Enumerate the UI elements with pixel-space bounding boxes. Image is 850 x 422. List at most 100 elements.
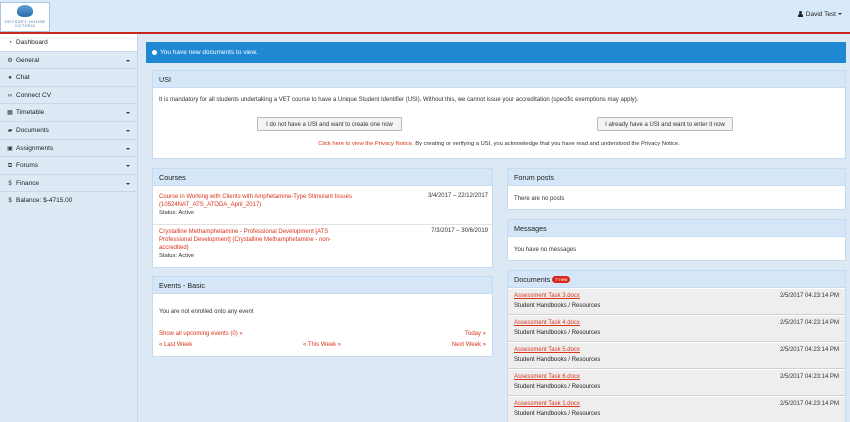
- table-row[interactable]: Assessment Task 3.docx Student Handbooks…: [508, 289, 845, 315]
- sidebar-item-label: Chat: [16, 74, 30, 82]
- panel-title: Documents 7 new: [508, 271, 845, 288]
- privacy-notice: Click here to view the Privacy Notice. B…: [153, 141, 845, 147]
- document-category: Student Handbooks / Resources: [514, 357, 601, 363]
- panel-title: Messages: [508, 220, 845, 237]
- create-usi-button[interactable]: I do not have a USI and want to create o…: [257, 117, 402, 131]
- chat-icon: ●: [8, 75, 12, 82]
- logo-mark: [17, 5, 33, 17]
- document-category: Student Handbooks / Resources: [514, 411, 601, 417]
- chevron-down-icon: [126, 112, 130, 115]
- document-date: 2/5/2017 04:23:14 PM: [779, 320, 839, 326]
- table-row[interactable]: Assessment Task 1.docx Student Handbooks…: [508, 397, 845, 422]
- sidebar-item-documents[interactable]: ▰ Documents: [0, 122, 137, 140]
- panel-title: USI: [153, 71, 845, 88]
- divider: [153, 224, 492, 225]
- course-dates: 3/4/2017 – 22/12/2017: [427, 193, 488, 199]
- sidebar-item-label: Dashboard: [16, 39, 48, 46]
- sidebar-item-label: Documents: [16, 126, 49, 134]
- forum-icon: ⧉: [7, 163, 13, 170]
- this-week-link[interactable]: « This Week »: [303, 342, 341, 348]
- document-category: Student Handbooks / Resources: [514, 330, 601, 336]
- document-date: 2/5/2017 04:23:14 PM: [779, 374, 839, 380]
- today-link[interactable]: Today »: [465, 331, 486, 337]
- user-icon: [797, 11, 803, 17]
- sidebar-item-finance[interactable]: $ Finance: [0, 175, 137, 193]
- privacy-notice-link[interactable]: Click here to view the Privacy Notice.: [318, 141, 413, 147]
- course-status: Status: Active: [159, 210, 195, 216]
- info-icon: [152, 49, 157, 55]
- balance-text: Balance: $-4715.00: [16, 197, 73, 205]
- gear-icon: ⚙: [7, 57, 13, 64]
- sidebar-item-label: Finance: [16, 179, 40, 187]
- events-empty-text: You are not enrolled onto any event: [159, 309, 254, 315]
- chevron-down-icon: [838, 13, 842, 15]
- courses-panel: Courses Course in Working with Clients w…: [152, 168, 493, 268]
- chevron-down-icon: [126, 165, 130, 168]
- panel-title: Events - Basic: [153, 277, 492, 294]
- sidebar-item-assignments[interactable]: ▣ Assignments: [0, 140, 137, 158]
- dollar-icon: $: [8, 180, 12, 187]
- sidebar-item-forums[interactable]: ⧉ Forums: [0, 157, 137, 175]
- sidebar-item-timetable[interactable]: ▦ Timetable: [0, 104, 137, 122]
- panel-title: Courses: [153, 169, 492, 186]
- folder-icon: ▰: [7, 127, 13, 134]
- forum-empty-text: There are no posts: [514, 196, 565, 202]
- document-link[interactable]: Assessment Task 5.docx: [514, 347, 580, 353]
- sidebar-item-label: Assignments: [16, 144, 54, 152]
- new-documents-alert: You have new documents to view.: [146, 42, 846, 63]
- chevron-down-icon: [126, 182, 130, 185]
- sidebar-item-dashboard[interactable]: ◔ Dashboard: [0, 34, 137, 52]
- table-row[interactable]: Assessment Task 6.docx Student Handbooks…: [508, 370, 845, 396]
- calendar-icon: ▦: [7, 110, 13, 117]
- list-item: Course in Working with Clients with Amph…: [159, 193, 488, 216]
- course-dates: 7/3/2017 – 30/6/2019: [431, 228, 488, 234]
- sidebar-item-label: Connect CV: [16, 91, 52, 99]
- user-menu[interactable]: David Test: [797, 11, 842, 18]
- documents-panel: Documents 7 new Assessment Task 3.docx St…: [507, 270, 846, 422]
- sidebar-item-general[interactable]: ⚙ General: [0, 52, 137, 70]
- sidebar-item-label: Forums: [16, 162, 39, 170]
- forum-posts-panel: Forum posts There are no posts: [507, 168, 846, 210]
- chevron-down-icon: [126, 129, 130, 132]
- table-row[interactable]: Assessment Task 5.docx Student Handbooks…: [508, 343, 845, 369]
- briefcase-icon: ▣: [7, 145, 13, 152]
- last-week-link[interactable]: « Last Week: [159, 342, 192, 348]
- document-category: Student Handbooks / Resources: [514, 303, 601, 309]
- top-bar: ODYSSEY HOUSE VICTORIA David Test: [0, 0, 850, 34]
- documents-title: Documents: [514, 275, 551, 284]
- sidebar: ◔ Dashboard ⚙ General ● Chat ∞ Connect CV ▦ T…: [0, 34, 138, 422]
- document-date: 2/5/2017 04:23:14 PM: [779, 401, 839, 407]
- privacy-notice-text: By creating or verifying a USI, you ackn…: [413, 141, 680, 147]
- document-date: 2/5/2017 04:23:14 PM: [779, 347, 839, 353]
- document-date: 2/5/2017 04:23:14 PM: [779, 293, 839, 299]
- sidebar-item-label: Timetable: [16, 109, 45, 117]
- chevron-down-icon: [126, 59, 130, 62]
- sidebar-item-chat[interactable]: ● Chat: [0, 69, 137, 87]
- document-category: Student Handbooks / Resources: [514, 384, 601, 390]
- course-status: Status: Active: [159, 253, 195, 259]
- show-all-events-link[interactable]: Show all upcoming events (0) »: [159, 331, 243, 337]
- logo-text-line2: VICTORIA: [14, 24, 36, 28]
- sidebar-item-label: General: [16, 56, 40, 64]
- list-item: Crystalline Methamphetamine - Profession…: [159, 228, 488, 259]
- document-link[interactable]: Assessment Task 1.docx: [514, 401, 580, 407]
- logo[interactable]: ODYSSEY HOUSE VICTORIA: [0, 2, 50, 32]
- table-row[interactable]: Assessment Task 4.docx Student Handbooks…: [508, 316, 845, 342]
- balance: $ Balance: $-4715.00: [0, 192, 137, 210]
- enter-usi-button[interactable]: I already have a USI and want to enter i…: [597, 117, 733, 131]
- panel-title: Forum posts: [508, 169, 845, 186]
- next-week-link[interactable]: Next Week »: [452, 342, 486, 348]
- events-panel: Events - Basic You are not enrolled onto…: [152, 276, 493, 357]
- new-count-badge: 7 new: [552, 276, 571, 283]
- dollar-icon: $: [8, 198, 12, 205]
- document-link[interactable]: Assessment Task 3.docx: [514, 293, 580, 299]
- usi-panel: USI It is mandatory for all students und…: [152, 70, 846, 159]
- sidebar-item-connect-cv[interactable]: ∞ Connect CV: [0, 87, 137, 105]
- document-link[interactable]: Assessment Task 6.docx: [514, 374, 580, 380]
- course-link[interactable]: Crystalline Methamphetamine - Profession…: [159, 228, 354, 252]
- document-link[interactable]: Assessment Task 4.docx: [514, 320, 580, 326]
- user-name: David Test: [805, 11, 836, 18]
- chevron-down-icon: [126, 147, 130, 150]
- messages-empty-text: You have no messages: [514, 247, 577, 253]
- course-link[interactable]: Course in Working with Clients with Amph…: [159, 193, 359, 209]
